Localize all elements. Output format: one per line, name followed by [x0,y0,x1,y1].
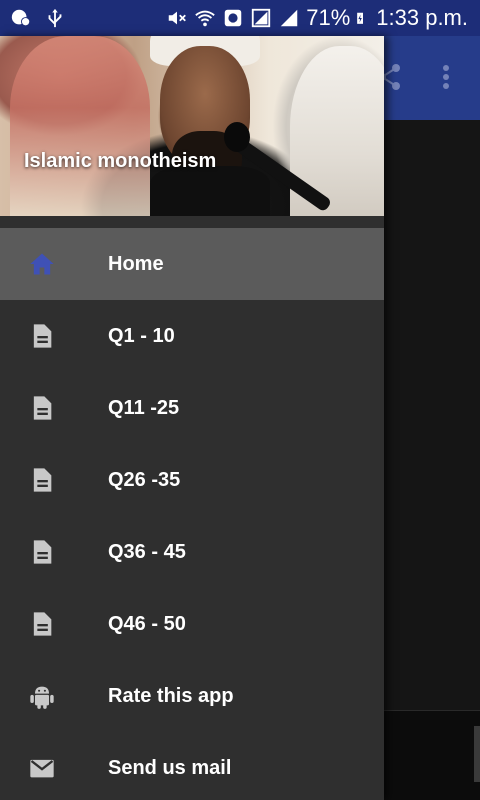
drawer-item-label: Home [108,253,164,275]
drawer-item-label: Send us mail [108,757,232,779]
document-icon [33,396,52,420]
battery-percentage: 71% [306,5,351,30]
app-bottom-bar [384,710,480,800]
drawer-item-send-mail[interactable]: Send us mail [0,732,384,800]
drawer-item-home[interactable]: Home [0,228,384,300]
drawer-item-q36-45[interactable]: Q36 - 45 [0,516,384,588]
drawer-item-label: Q11 -25 [108,397,180,419]
status-bar: 71% 1:33 p.m. [0,0,480,36]
drawer-item-q1-10[interactable]: Q1 - 10 [0,300,384,372]
drawer-item-label: Q36 - 45 [108,541,186,563]
notification-icon [11,9,31,27]
drawer-item-q11-25[interactable]: Q11 -25 [0,372,384,444]
clock: 1:33 p.m. [376,5,468,30]
home-icon [30,253,54,275]
drawer-header-title: Islamic monotheism [24,150,217,172]
signal-strength-icon [280,9,298,27]
header-photo-microphone-head [224,122,250,152]
document-icon [33,612,52,636]
drawer-menu: Home Q1 - 10 Q11 -25 Q26 -35 Q36 - 45 Q4… [0,228,384,800]
mail-icon [30,759,54,778]
header-photo-robe [150,166,270,216]
android-icon [30,686,54,709]
drawer-item-q46-50[interactable]: Q46 - 50 [0,588,384,660]
usb-icon [48,8,62,28]
document-icon [33,468,52,492]
drawer-item-rate-app[interactable]: Rate this app [0,660,384,732]
drawer-item-q26-35[interactable]: Q26 -35 [0,444,384,516]
drawer-item-label: Q1 - 10 [108,325,175,347]
drawer-item-label: Q46 - 50 [108,613,186,635]
more-options-icon[interactable] [436,62,456,92]
navigation-drawer: Islamic monotheism Home Q1 - 10 Q11 -25 [0,36,384,800]
battery-charging-icon [357,12,364,24]
document-icon [33,540,52,564]
document-icon [33,324,52,348]
mute-icon [168,11,187,25]
header-photo-figure-left [10,36,150,216]
drawer-item-label: Q26 -35 [108,469,181,491]
app-bottom-button[interactable] [474,726,480,782]
drawer-header: Islamic monotheism [0,36,384,216]
drawer-item-label: Rate this app [108,685,234,707]
signal-icon [252,8,271,28]
data-saver-icon [224,9,242,27]
wifi-icon [195,10,215,27]
